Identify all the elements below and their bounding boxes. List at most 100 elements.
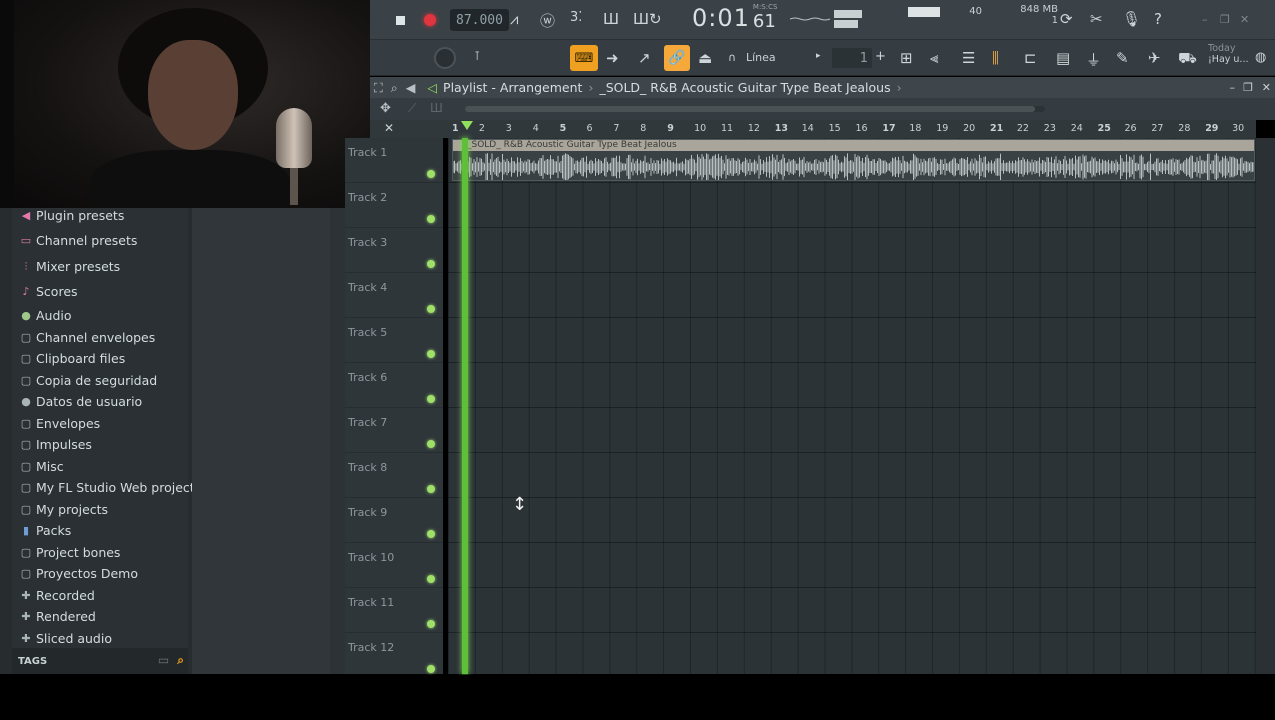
browser-item[interactable]: ✚ Rendered — [18, 606, 95, 627]
loop-record-icon[interactable]: Ш↻ — [633, 10, 662, 28]
magnet-icon[interactable]: ∩ — [728, 51, 736, 64]
refresh-icon[interactable]: ⟳ — [1060, 10, 1073, 28]
playhead-marker-icon[interactable] — [461, 121, 473, 130]
track-mute-led-icon[interactable] — [427, 665, 435, 673]
news-panel[interactable]: Today ¡Hay u... — [1208, 43, 1249, 65]
close-icon[interactable]: ✕ — [1240, 13, 1249, 26]
master-pitch-icon[interactable]: ⊺ — [474, 49, 480, 63]
browser-item[interactable]: ✚ Recorded — [18, 585, 94, 606]
track-mute-led-icon[interactable] — [427, 305, 435, 313]
track-header[interactable]: Track 4 — [345, 273, 443, 318]
cart-icon[interactable]: ⛟ — [1178, 49, 1197, 69]
playlist-grid[interactable] — [448, 138, 1256, 674]
track-mute-led-icon[interactable] — [427, 485, 435, 493]
browser-item[interactable]: ▢ Proyectos Demo — [18, 563, 138, 584]
track-mute-led-icon[interactable] — [427, 440, 435, 448]
browser-item[interactable]: ✚ Sliced audio — [18, 628, 112, 649]
wait-for-input-icon[interactable]: ⓦ — [540, 10, 555, 31]
track-header[interactable]: Track 6 — [345, 363, 443, 408]
track-mute-led-icon[interactable] — [427, 350, 435, 358]
track-mute-led-icon[interactable] — [427, 395, 435, 403]
typing-keyboard-button[interactable]: ⌨ — [570, 45, 598, 71]
master-volume-knob[interactable] — [434, 47, 456, 69]
microphone-icon[interactable]: 🎙 — [1122, 10, 1141, 28]
browser-item[interactable]: ▢ Envelopes — [18, 413, 100, 434]
user-icon[interactable]: ◍ — [1255, 50, 1266, 65]
playlist-minimize-icon[interactable]: – — [1230, 81, 1236, 94]
add-pattern-icon[interactable]: + — [875, 49, 886, 64]
snap-arrow-icon[interactable]: ▸ — [816, 51, 821, 61]
zoom-icon[interactable]: ⌕ — [391, 80, 398, 96]
step-edit-icon[interactable]: Ш — [603, 10, 619, 28]
track-header[interactable]: Track 8 — [345, 453, 443, 498]
scrollbar-thumb[interactable] — [465, 106, 1035, 112]
pattern-selector[interactable]: 1 — [832, 48, 872, 68]
piano-roll-icon[interactable]: ⫷ — [930, 49, 938, 67]
draw-icon[interactable]: ⟋ — [408, 101, 416, 116]
folder-icon[interactable]: ▭ — [158, 653, 169, 668]
track-header[interactable]: Track 11 — [345, 588, 443, 633]
browser-item[interactable]: ● Datos de usuario — [18, 391, 142, 412]
browser-item[interactable]: ● Audio — [18, 305, 71, 326]
playlist-close-icon[interactable]: ✕ — [1262, 81, 1271, 94]
track-mute-led-icon[interactable] — [427, 170, 435, 178]
search-icon[interactable]: ⌕ — [177, 653, 184, 668]
play-pattern-icon[interactable]: ◁ — [427, 80, 437, 95]
track-header[interactable]: Track 5 — [345, 318, 443, 363]
panel-separator[interactable] — [330, 208, 345, 674]
browser-item[interactable]: ▮ Packs — [18, 520, 71, 541]
track-header[interactable]: Track 10 — [345, 543, 443, 588]
track-mute-led-icon[interactable] — [427, 215, 435, 223]
horizontal-scrollbar[interactable] — [465, 106, 1045, 112]
stamp-tool-icon[interactable]: ✈ — [1148, 49, 1161, 67]
browser-item[interactable]: ▢ Clipboard files — [18, 348, 125, 369]
snap-selector[interactable]: Línea — [746, 51, 776, 64]
track-header[interactable]: Track 7 — [345, 408, 443, 453]
audio-clip[interactable]: _SOLD_ R&B Acoustic Guitar Type Beat Jea… — [452, 139, 1255, 181]
countdown-icon[interactable]: 3⁚ — [570, 10, 582, 25]
link-button[interactable]: 🔗 — [664, 45, 690, 71]
record-button[interactable] — [418, 8, 442, 32]
track-mute-led-icon[interactable] — [427, 530, 435, 538]
browser-item[interactable]: ▢ Copia de seguridad — [18, 370, 157, 391]
project-icon[interactable]: ▤ — [1056, 49, 1070, 67]
browser-item[interactable]: ▢ Channel envelopes — [18, 327, 155, 348]
track-header[interactable]: Track 3 — [345, 228, 443, 273]
plugin-icon[interactable]: ⏚ — [1086, 49, 1101, 70]
browser-item[interactable]: ♪ Scores — [18, 281, 77, 302]
arrow-right-icon[interactable]: ➜ — [606, 49, 619, 67]
slide-icon[interactable]: ↗ — [638, 49, 651, 67]
track-mute-led-icon[interactable] — [427, 620, 435, 628]
snap-icon[interactable]: ✥ — [380, 101, 391, 116]
channel-rack-icon[interactable]: ☰ — [962, 49, 975, 67]
browser-toggle-icon[interactable]: ⊏ — [1024, 49, 1037, 67]
track-mute-led-icon[interactable] — [427, 260, 435, 268]
metronome-icon[interactable]: ⩘ — [510, 10, 518, 28]
tempo-display[interactable]: 87.000 — [450, 9, 509, 31]
timeline-ruler[interactable]: 1 2 3 4 5 6 7 8 9 10 11 12 13 14 15 16 17 18 19 20 21 22 23 24 2… — [448, 120, 1256, 138]
browser-item[interactable]: ⫶ Mixer presets — [18, 256, 121, 277]
song-time-display[interactable]: 0:01 M:S:CS 61 — [692, 3, 777, 32]
browser-item[interactable]: ▢ Impulses — [18, 434, 92, 455]
track-header[interactable]: Track 9 — [345, 498, 443, 543]
browser-item[interactable]: ▢ My FL Studio Web projects — [18, 477, 201, 498]
fit-icon[interactable]: ⛶ — [374, 80, 383, 96]
track-header[interactable]: Track 12 — [345, 633, 443, 678]
browser-item[interactable]: ▢ Project bones — [18, 542, 121, 563]
stop-button[interactable] — [388, 8, 412, 32]
pen-icon[interactable]: ✎ — [1116, 49, 1129, 67]
browser-item[interactable]: ▢ Misc — [18, 456, 64, 477]
vertical-scrollbar[interactable] — [1256, 138, 1275, 674]
help-icon[interactable]: ? — [1154, 10, 1162, 28]
close-x-icon[interactable]: ✕ — [384, 121, 394, 135]
stamp-icon[interactable]: ⏏ — [698, 49, 712, 67]
browser-item[interactable]: ▭ Channel presets — [18, 230, 138, 251]
playlist-pattern-name[interactable]: _SOLD_ R&B Acoustic Guitar Type Beat Jea… — [599, 80, 890, 95]
playhead[interactable] — [462, 138, 468, 674]
mixer-icon[interactable]: ⫼ — [992, 49, 999, 67]
restore-icon[interactable]: ❐ — [1220, 13, 1230, 26]
speaker-icon[interactable]: ◀ — [406, 80, 416, 95]
cut-icon[interactable]: ✂ — [1090, 10, 1103, 28]
track-header[interactable]: Track 1 — [345, 138, 443, 183]
track-header[interactable]: Track 2 — [345, 183, 443, 228]
